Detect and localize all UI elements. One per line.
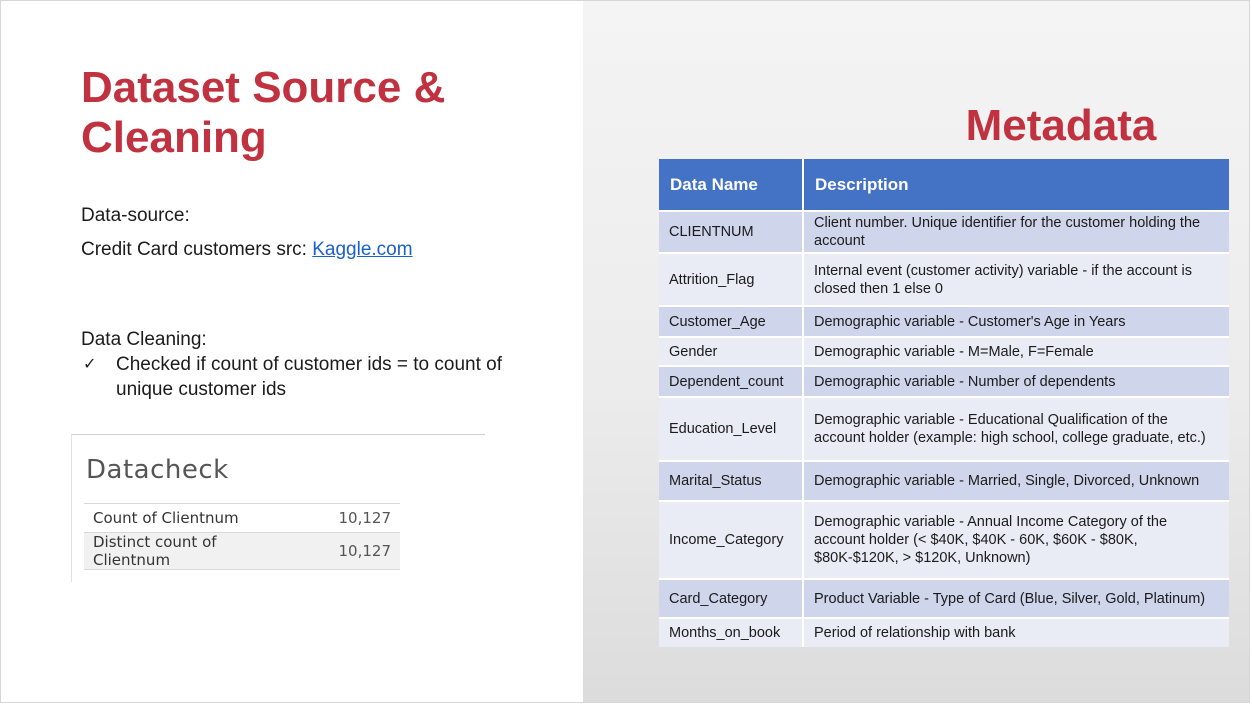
- field-name: Income_Category: [659, 500, 804, 579]
- datacheck-title: Datacheck: [86, 455, 229, 485]
- table-row: CLIENTNUM Client number. Unique identifi…: [659, 210, 1229, 253]
- field-name: Marital_Status: [659, 460, 804, 501]
- table-row: Education_Level Demographic variable - E…: [659, 396, 1229, 461]
- field-description: Product Variable - Type of Card (Blue, S…: [803, 578, 1229, 618]
- field-name: Gender: [659, 336, 804, 366]
- datacheck-label: Count of Clientnum: [93, 509, 239, 527]
- metadata-table: Data Name Description CLIENTNUM Client n…: [659, 159, 1229, 647]
- field-description: Demographic variable - M=Male, F=Female: [803, 336, 1229, 366]
- slide-title: Dataset Source & Cleaning: [81, 63, 446, 162]
- field-name: Months_on_book: [659, 617, 804, 647]
- field-description: Demographic variable - Married, Single, …: [803, 460, 1229, 501]
- field-description: Client number. Unique identifier for the…: [803, 210, 1229, 253]
- column-header-description: Description: [803, 159, 1229, 211]
- column-header-data-name: Data Name: [659, 159, 804, 211]
- data-cleaning-label: Data Cleaning:: [81, 329, 207, 350]
- datacheck-label: Distinct count of Clientnum: [93, 533, 217, 569]
- field-description: Demographic variable - Annual Income Cat…: [803, 500, 1229, 579]
- table-row: Dependent_count Demographic variable - N…: [659, 365, 1229, 397]
- datacheck-panel: Datacheck Count of Clientnum 10,127 Dist…: [71, 434, 485, 582]
- table-row: Income_Category Demographic variable - A…: [659, 500, 1229, 579]
- field-description: Internal event (customer activity) varia…: [803, 252, 1229, 306]
- table-header-row: Data Name Description: [659, 159, 1229, 211]
- datacheck-value: 10,127: [338, 509, 392, 527]
- field-description: Demographic variable - Customer's Age in…: [803, 305, 1229, 337]
- check-icon: ✓: [83, 356, 97, 373]
- field-name: Card_Category: [659, 578, 804, 618]
- kaggle-link[interactable]: Kaggle.com: [312, 239, 412, 260]
- table-row: Months_on_book Period of relationship wi…: [659, 617, 1229, 647]
- field-description: Demographic variable - Number of depende…: [803, 365, 1229, 397]
- table-row: Marital_Status Demographic variable - Ma…: [659, 460, 1229, 501]
- data-cleaning-text: Checked if count of customer ids = to co…: [116, 354, 503, 400]
- data-source-prefix: Credit Card customers src:: [81, 239, 313, 260]
- field-name: Attrition_Flag: [659, 252, 804, 306]
- table-row: Attrition_Flag Internal event (customer …: [659, 252, 1229, 306]
- datacheck-value: 10,127: [338, 542, 392, 560]
- field-name: Education_Level: [659, 396, 804, 461]
- field-description: Demographic variable - Educational Quali…: [803, 396, 1229, 461]
- table-row: Distinct count of Clientnum 10,127: [84, 532, 400, 570]
- field-name: Customer_Age: [659, 305, 804, 337]
- field-name: Dependent_count: [659, 365, 804, 397]
- slide: Dataset Source & Cleaning Data-source: C…: [0, 0, 1250, 703]
- table-row: Card_Category Product Variable - Type of…: [659, 578, 1229, 618]
- field-name: CLIENTNUM: [659, 210, 804, 253]
- datacheck-table: Count of Clientnum 10,127 Distinct count…: [84, 503, 400, 570]
- data-source-label: Data-source:: [81, 205, 190, 226]
- table-row: Count of Clientnum 10,127: [84, 503, 400, 533]
- data-source-line: Credit Card customers src: Kaggle.com: [81, 239, 413, 261]
- table-row: Customer_Age Demographic variable - Cust…: [659, 305, 1229, 337]
- metadata-title: Metadata: [965, 101, 1157, 150]
- field-description: Period of relationship with bank: [803, 617, 1229, 647]
- table-row: Gender Demographic variable - M=Male, F=…: [659, 336, 1229, 366]
- data-cleaning-item: ✓ Checked if count of customer ids = to …: [81, 352, 561, 402]
